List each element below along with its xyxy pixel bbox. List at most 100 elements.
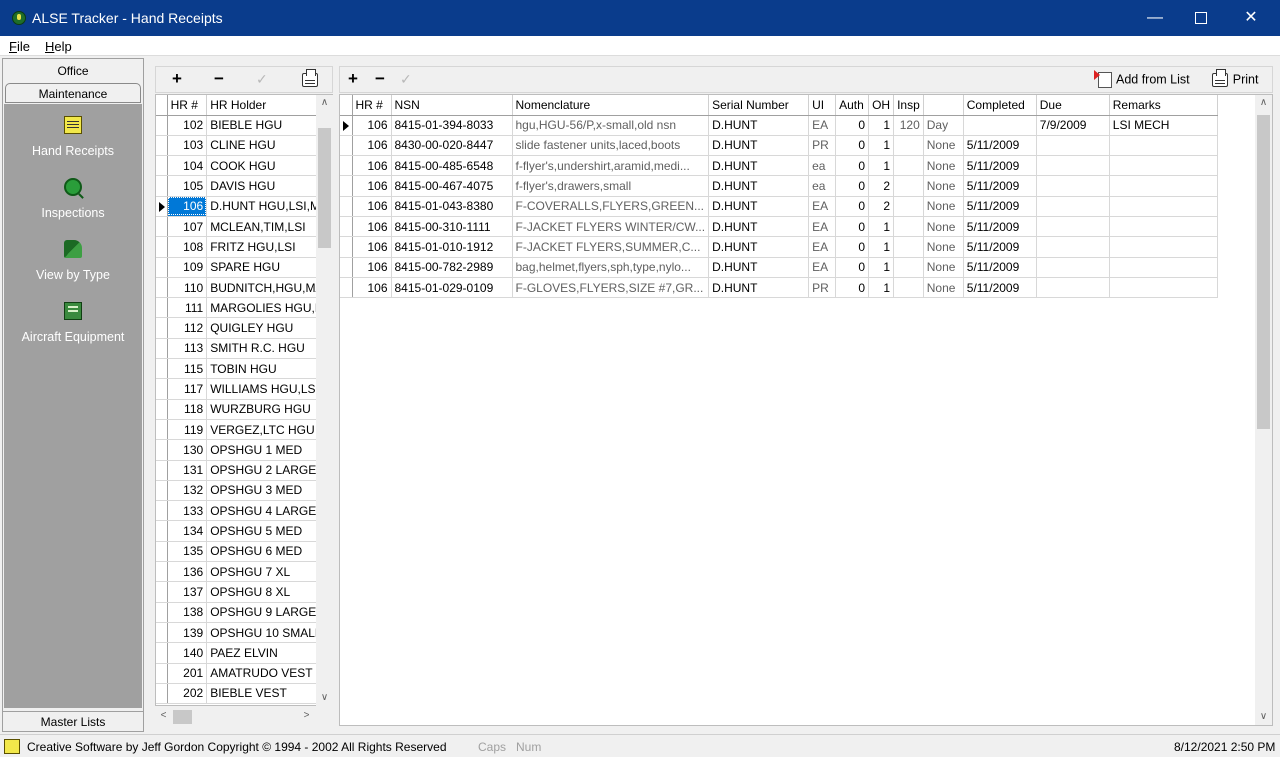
item-remarks-cell[interactable] (1109, 155, 1218, 177)
item-nomenclature-cell[interactable]: F-JACKET FLYERS WINTER/CW... (512, 216, 710, 238)
item-auth-cell[interactable]: 0 (835, 135, 870, 157)
item-due-cell[interactable] (1036, 277, 1110, 299)
row-indicator[interactable] (156, 541, 168, 563)
item-row[interactable]: 106 8415-01-043-8380 F-COVERALLS,FLYERS,GR… (340, 196, 1224, 217)
item-nsn-cell[interactable]: 8415-00-310-1111 (391, 216, 513, 238)
item-interval-cell[interactable]: None (923, 175, 964, 197)
holder-name-cell[interactable]: QUIGLEY HGU (206, 317, 332, 339)
holder-row[interactable]: 117 WILLIAMS HGU,LSI (156, 378, 332, 400)
holder-row[interactable]: 115 TOBIN HGU (156, 358, 332, 380)
item-insp-cell[interactable] (893, 236, 924, 258)
holder-name-cell[interactable]: WURZBURG HGU (206, 399, 332, 420)
row-indicator[interactable] (156, 622, 168, 644)
holder-name-cell[interactable]: OPSHGU 9 LARGE (206, 602, 332, 623)
holder-row[interactable]: 202 BIEBLE VEST (156, 683, 332, 705)
item-hr-number-cell[interactable]: 106 (352, 196, 392, 217)
nav-view-by-type[interactable]: View by Type (4, 240, 142, 282)
items-grid[interactable]: HR # NSN Nomenclature Serial Number UI Auth OH… (339, 94, 1273, 726)
item-row[interactable]: 106 8415-00-782-2989 bag,helmet,flyers,sph… (340, 257, 1224, 278)
item-nsn-cell[interactable]: 8415-01-010-1912 (391, 236, 513, 258)
item-hr-number-cell[interactable]: 106 (352, 216, 392, 238)
holder-name-cell[interactable]: OPSHGU 5 MED (206, 520, 332, 542)
holder-row[interactable]: 201 AMATRUDO VEST (156, 663, 332, 684)
item-hr-number-cell[interactable]: 106 (352, 175, 392, 197)
item-ui-cell[interactable]: EA (808, 196, 837, 217)
item-ui-cell[interactable]: ea (808, 175, 837, 197)
holder-hr-number-cell[interactable]: 106 (167, 196, 208, 217)
row-indicator[interactable] (156, 561, 168, 583)
holder-hr-number-cell[interactable]: 136 (167, 561, 208, 583)
nav-office-tab[interactable]: Office (3, 61, 143, 81)
item-oh-cell[interactable]: 1 (868, 236, 895, 258)
item-insp-cell[interactable] (893, 257, 924, 278)
item-auth-cell[interactable]: 0 (835, 115, 870, 136)
holder-row[interactable]: 113 SMITH R.C. HGU (156, 338, 332, 360)
holder-hr-number-cell[interactable]: 130 (167, 439, 208, 461)
column-header-hr-number[interactable]: HR # (352, 95, 392, 116)
item-oh-cell[interactable]: 1 (868, 135, 895, 157)
holders-vertical-scrollbar[interactable]: ∧ ∨ (316, 95, 333, 706)
add-holder-button[interactable]: + (172, 70, 182, 90)
row-indicator[interactable] (340, 216, 353, 238)
item-due-cell[interactable] (1036, 135, 1110, 157)
holder-hr-number-cell[interactable]: 104 (167, 155, 208, 177)
column-header-due[interactable]: Due (1036, 95, 1110, 116)
item-row[interactable]: 106 8430-00-020-8447 slide fastener units,… (340, 135, 1224, 157)
item-hr-number-cell[interactable]: 106 (352, 236, 392, 258)
item-completed-cell[interactable]: 5/11/2009 (963, 135, 1037, 157)
item-interval-cell[interactable]: None (923, 236, 964, 258)
item-serial-number-cell[interactable]: D.HUNT (708, 115, 810, 136)
item-ui-cell[interactable]: EA (808, 257, 837, 278)
holder-hr-number-cell[interactable]: 139 (167, 622, 208, 644)
scroll-up-arrow[interactable]: ∧ (1255, 97, 1272, 108)
item-interval-cell[interactable]: None (923, 155, 964, 177)
holder-row[interactable]: 110 BUDNITCH,HGU,MA (156, 277, 332, 299)
holder-name-cell[interactable]: WILLIAMS HGU,LSI (206, 378, 332, 400)
item-due-cell[interactable] (1036, 216, 1110, 238)
item-nomenclature-cell[interactable]: f-flyer's,undershirt,aramid,medi... (512, 155, 710, 177)
item-remarks-cell[interactable] (1109, 196, 1218, 217)
item-completed-cell[interactable]: 5/11/2009 (963, 216, 1037, 238)
row-indicator[interactable] (156, 216, 168, 238)
item-insp-cell[interactable] (893, 135, 924, 157)
item-hr-number-cell[interactable]: 106 (352, 135, 392, 157)
row-indicator[interactable] (156, 277, 168, 299)
holder-name-cell[interactable]: OPSHGU 6 MED (206, 541, 332, 563)
item-row[interactable]: 106 8415-00-467-4075 f-flyer's,drawers,sma… (340, 175, 1224, 197)
row-indicator[interactable] (156, 135, 168, 157)
row-indicator[interactable] (156, 338, 168, 360)
maximize-button[interactable] (1176, 0, 1226, 36)
holder-row[interactable]: 102 BIEBLE HGU (156, 115, 332, 136)
row-indicator[interactable] (340, 155, 353, 177)
holder-hr-number-cell[interactable]: 119 (167, 419, 208, 441)
row-indicator[interactable] (340, 236, 353, 258)
holder-hr-number-cell[interactable]: 201 (167, 663, 208, 684)
row-indicator[interactable] (156, 663, 168, 684)
item-oh-cell[interactable]: 1 (868, 257, 895, 278)
nav-maintenance-tab[interactable]: Maintenance (5, 83, 141, 103)
holder-name-cell[interactable]: DAVIS HGU (206, 175, 332, 197)
holder-row[interactable]: 107 MCLEAN,TIM,LSI (156, 216, 332, 238)
row-indicator[interactable] (156, 480, 168, 502)
confirm-item-button[interactable]: ✓ (400, 70, 412, 90)
nav-master-lists[interactable]: Master Lists (3, 711, 143, 731)
column-header-hr-holder[interactable]: HR Holder (206, 95, 332, 116)
holder-hr-number-cell[interactable]: 105 (167, 175, 208, 197)
scroll-right-arrow[interactable]: > (298, 710, 315, 721)
row-indicator[interactable] (156, 196, 168, 217)
item-row[interactable]: 106 8415-00-310-1111 F-JACKET FLYERS WINTE… (340, 216, 1224, 238)
holder-row[interactable]: 134 OPSHGU 5 MED (156, 520, 332, 542)
item-hr-number-cell[interactable]: 106 (352, 277, 392, 299)
column-header-interval[interactable] (923, 95, 964, 116)
holder-name-cell[interactable]: OPSHGU 10 SMALL (206, 622, 332, 644)
item-nomenclature-cell[interactable]: bag,helmet,flyers,sph,type,nylo... (512, 257, 710, 278)
holder-name-cell[interactable]: OPSHGU 2 LARGE (206, 460, 332, 481)
nav-aircraft-equipment[interactable]: Aircraft Equipment (4, 302, 142, 344)
holder-row[interactable]: 135 OPSHGU 6 MED (156, 541, 332, 563)
item-insp-cell[interactable] (893, 277, 924, 299)
item-ui-cell[interactable]: EA (808, 236, 837, 258)
scroll-up-arrow[interactable]: ∧ (316, 97, 333, 108)
holder-row[interactable]: 140 PAEZ ELVIN (156, 642, 332, 664)
item-row[interactable]: 106 8415-01-029-0109 F-GLOVES,FLYERS,SIZE … (340, 277, 1224, 299)
item-remarks-cell[interactable] (1109, 135, 1218, 157)
